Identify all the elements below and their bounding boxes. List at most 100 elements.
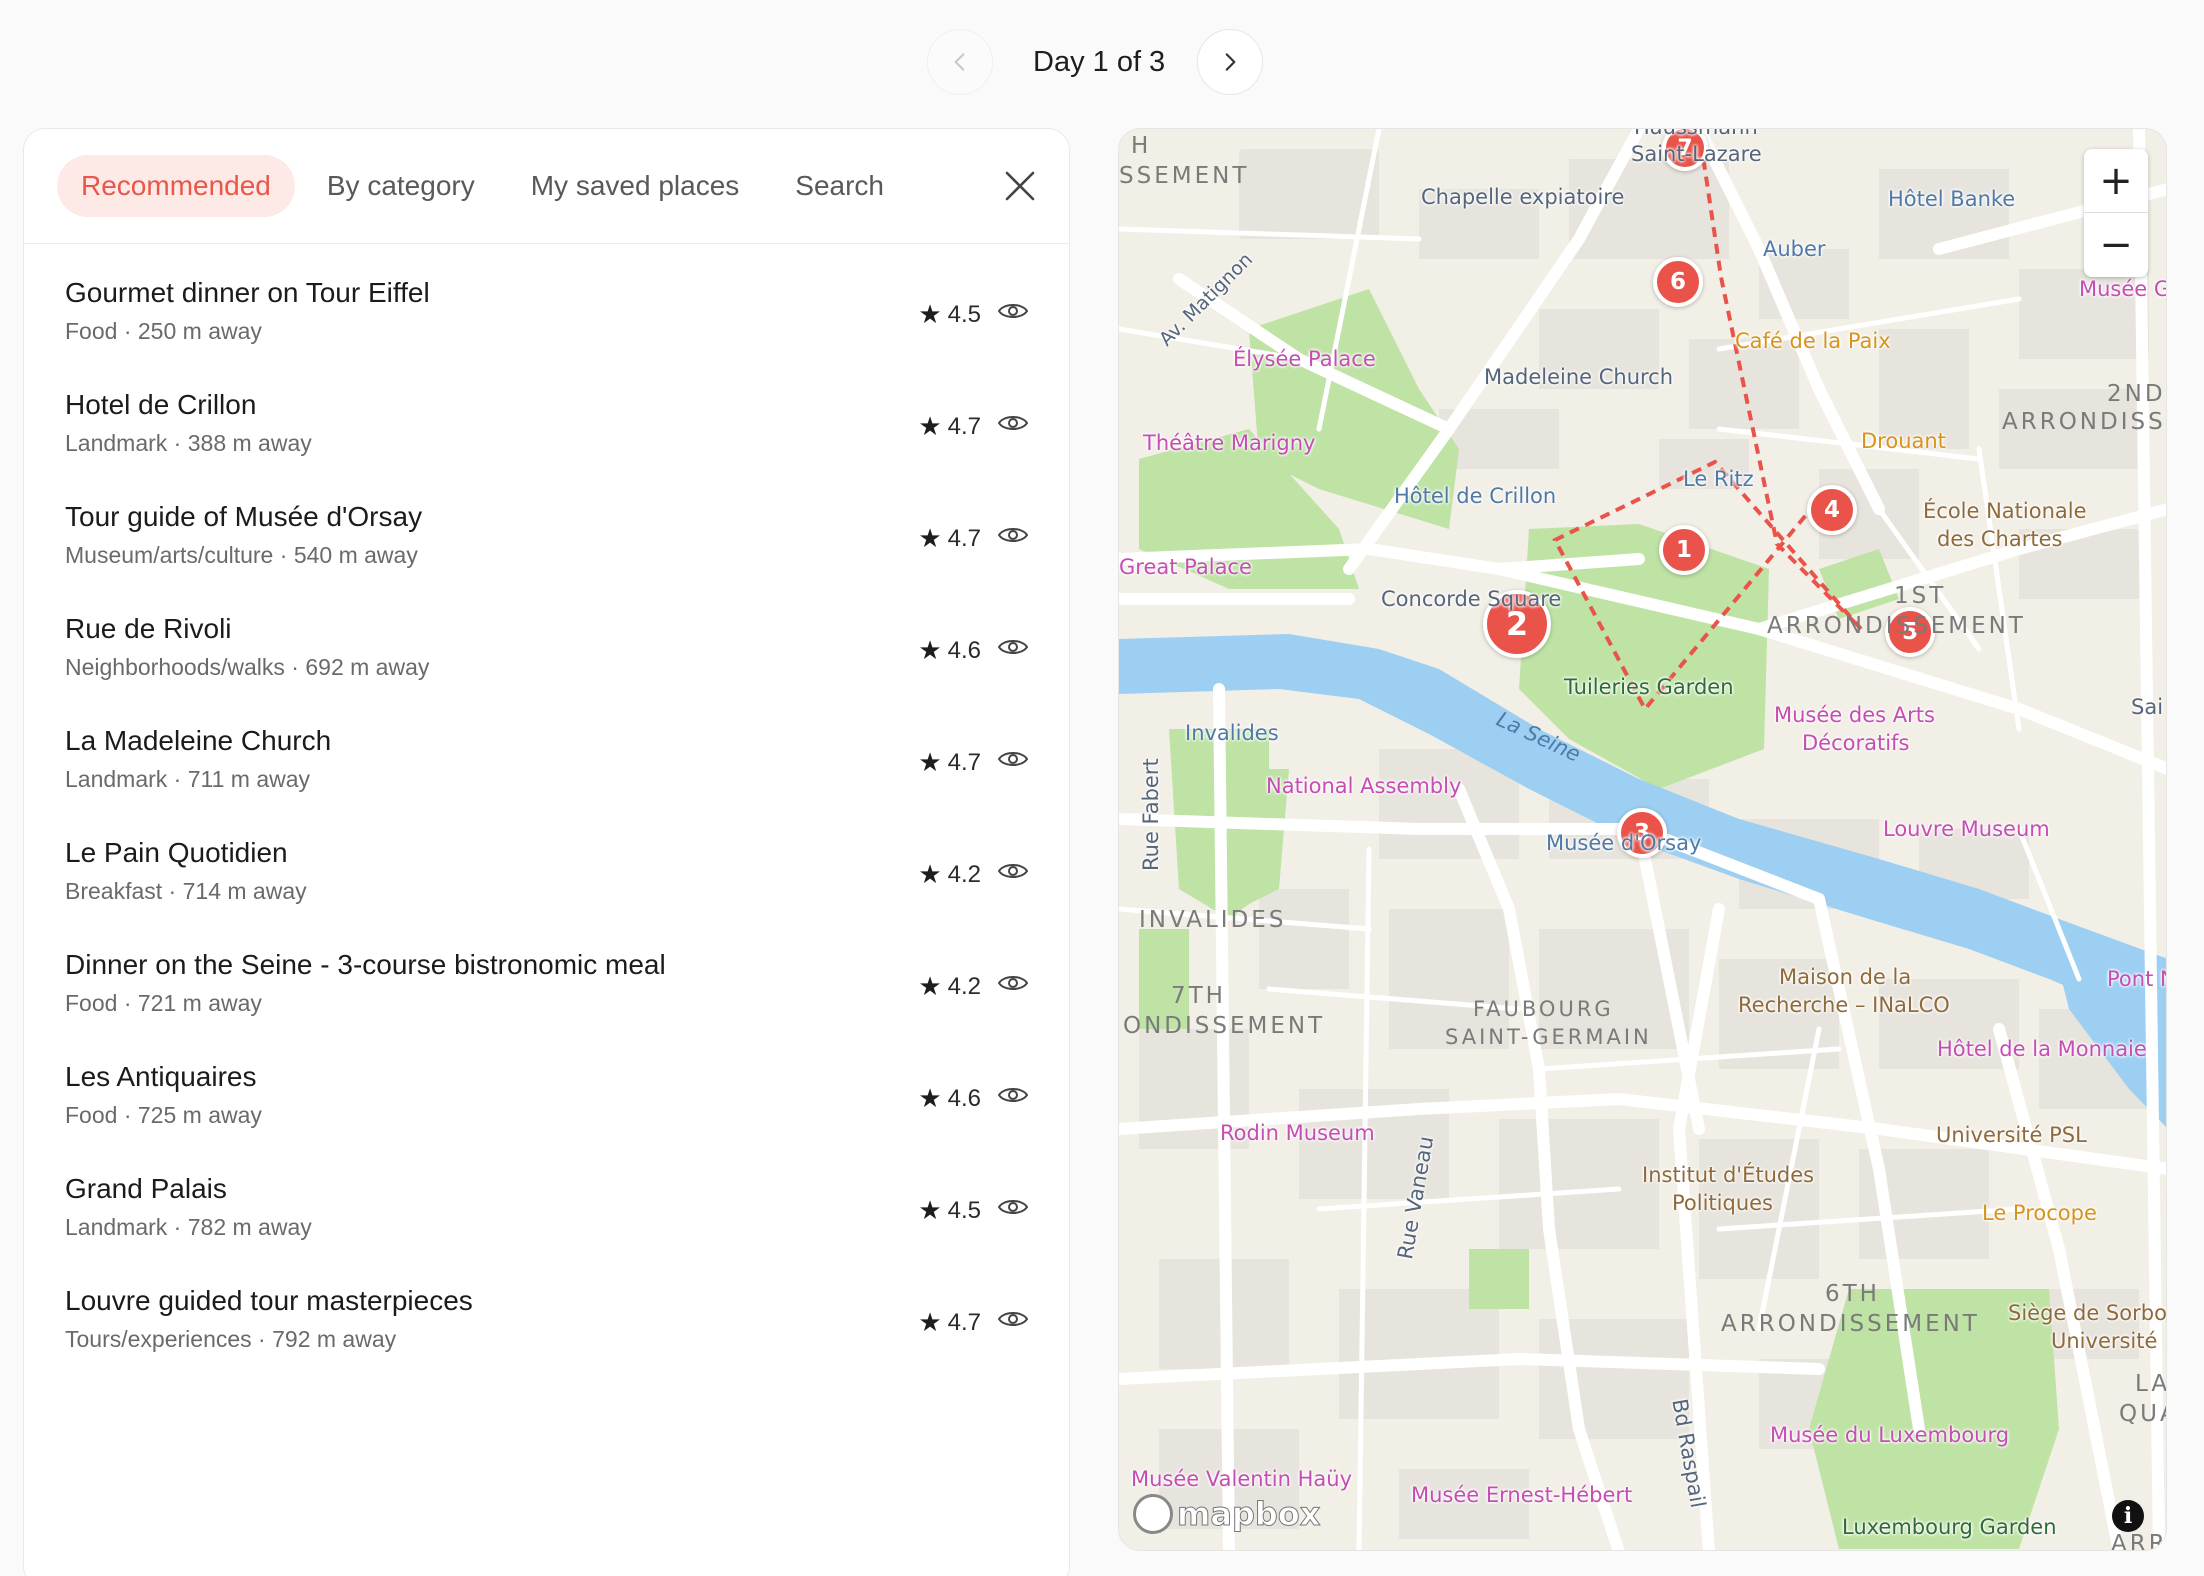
eye-icon[interactable] [997, 300, 1029, 322]
map-label: ARRONDISS [2002, 409, 2166, 435]
previous-day-button[interactable] [927, 29, 993, 95]
day-navigation: Day 1 of 3 [927, 28, 1264, 96]
rating-value: 4.2 [947, 972, 981, 1000]
map-label: Université [2051, 1329, 2158, 1353]
eye-icon[interactable] [997, 860, 1029, 882]
tab-search[interactable]: Search [771, 155, 908, 217]
place-rating: ★ 4.2 [918, 971, 981, 1002]
place-rating: ★ 4.5 [918, 1195, 981, 1226]
place-distance: 692 m away [305, 654, 430, 680]
star-icon: ★ [918, 747, 942, 777]
place-distance: 792 m away [272, 1326, 397, 1352]
map-label: Concorde Square [1381, 587, 1562, 611]
map-label: SAINT-GERMAIN [1445, 1025, 1652, 1049]
place-category: Food [65, 1102, 118, 1128]
place-meta: Food · 250 m away [65, 318, 262, 345]
eye-icon[interactable] [997, 1196, 1029, 1218]
place-category: Tours/experiences [65, 1326, 252, 1352]
eye-icon[interactable] [997, 636, 1029, 658]
place-list-item[interactable]: Hotel de Crillon Landmark · 388 m away ★ 4.… [24, 384, 1069, 496]
rating-value: 4.5 [947, 1196, 981, 1224]
star-icon: ★ [918, 971, 942, 1001]
meta-separator: · [117, 1102, 138, 1128]
eye-icon[interactable] [997, 524, 1029, 546]
route-marker-4[interactable]: 4 [1807, 485, 1857, 535]
mapbox-logo[interactable]: mapbox [1133, 1494, 1321, 1534]
place-list-item[interactable]: Grand Palais Landmark · 782 m away ★ 4.5 [24, 1168, 1069, 1280]
route-marker-1[interactable]: 1 [1659, 525, 1709, 575]
place-list-item[interactable]: Louvre guided tour masterpieces Tours/exp… [24, 1280, 1069, 1392]
map-label: Le Ritz [1683, 467, 1754, 491]
map-label: Musée d'Orsay [1546, 831, 1702, 855]
map-label: National Assembly [1266, 774, 1462, 798]
place-list-item[interactable]: Gourmet dinner on Tour Eiffel Food · 250 … [24, 272, 1069, 384]
meta-separator: · [251, 1326, 273, 1352]
map-label: Chapelle expiatoire [1421, 185, 1625, 209]
place-list-item[interactable]: Tour guide of Musée d'Orsay Museum/arts/c… [24, 496, 1069, 608]
rating-value: 4.7 [947, 412, 981, 440]
tab-my-saved-places[interactable]: My saved places [507, 155, 764, 217]
meta-separator: · [167, 430, 188, 456]
place-list-item[interactable]: Les Antiquaires Food · 725 m away ★ 4.6 [24, 1056, 1069, 1168]
day-label: Day 1 of 3 [1033, 45, 1166, 78]
map-label: Café de la Paix [1735, 329, 1891, 353]
place-category: Breakfast [65, 878, 163, 904]
map-label: ONDISSEMENT [1123, 1013, 1326, 1039]
zoom-in-button[interactable]: + [2084, 149, 2148, 213]
place-name: La Madeleine Church [65, 725, 332, 756]
tab-recommended[interactable]: Recommended [57, 155, 295, 217]
place-meta: Neighborhoods/walks · 692 m away [65, 654, 429, 681]
place-list-item[interactable]: Rue de Rivoli Neighborhoods/walks · 692 m… [24, 608, 1069, 720]
rating-value: 4.5 [947, 300, 981, 328]
place-category: Landmark [65, 430, 168, 456]
map-label: Théâtre Marigny [1143, 431, 1316, 455]
place-category: Landmark [65, 766, 168, 792]
map-label: Hôtel Banke [1888, 187, 2016, 211]
eye-icon[interactable] [997, 1308, 1029, 1330]
map-label: 2ND [2107, 381, 2166, 407]
zoom-out-button[interactable]: − [2084, 213, 2148, 277]
eye-icon[interactable] [997, 412, 1029, 434]
eye-icon[interactable] [997, 972, 1029, 994]
map-label: Le Procope [1982, 1201, 2097, 1225]
map-label: Maison de la [1779, 965, 1912, 989]
place-category: Food [65, 990, 118, 1016]
map-label: Saint-Lazare [1631, 142, 1762, 166]
meta-separator: · [117, 990, 138, 1016]
map-label: Musée G [2079, 277, 2167, 301]
place-meta: Food · 721 m away [65, 990, 262, 1017]
mapbox-wordmark: mapbox [1176, 1495, 1321, 1534]
star-icon: ★ [918, 1307, 942, 1337]
place-distance: 714 m away [182, 878, 307, 904]
place-distance: 782 m away [187, 1214, 312, 1240]
info-icon[interactable]: i [2112, 1500, 2144, 1532]
place-name: Rue de Rivoli [65, 613, 232, 644]
map-label: LAT [2135, 1371, 2167, 1397]
eye-icon[interactable] [997, 748, 1029, 770]
tab-by-category[interactable]: By category [303, 155, 499, 217]
map-label: Université PSL [1936, 1123, 2087, 1147]
place-meta: Landmark · 711 m away [65, 766, 310, 793]
map-label: Musée des Arts [1774, 703, 1935, 727]
map-view[interactable]: 7 6 4 1 5 2 3 H SSEMENT Haussmann Saint-… [1118, 128, 2167, 1551]
map-label: FAUBOURG [1473, 997, 1614, 1021]
recommendations-panel: Recommended By category My saved places … [23, 128, 1070, 1576]
place-list-item[interactable]: Dinner on the Seine - 3-course bistronom… [24, 944, 1069, 1056]
route-marker-6[interactable]: 6 [1653, 257, 1703, 307]
star-icon: ★ [918, 1195, 942, 1225]
next-day-button[interactable] [1197, 29, 1264, 95]
meta-separator: · [167, 766, 188, 792]
place-list-item[interactable]: Le Pain Quotidien Breakfast · 714 m away ★… [24, 832, 1069, 944]
map-label: Musée Valentin Haüy [1131, 1467, 1353, 1491]
eye-icon[interactable] [997, 1084, 1029, 1106]
place-distance: 250 m away [137, 318, 262, 344]
place-list-item[interactable]: La Madeleine Church Landmark · 711 m away… [24, 720, 1069, 832]
rating-value: 4.7 [947, 748, 981, 776]
rating-value: 4.7 [947, 524, 981, 552]
map-label: Politiques [1672, 1191, 1774, 1215]
map-label: H [1131, 133, 1152, 159]
place-rating: ★ 4.7 [918, 747, 981, 778]
place-category: Food [65, 318, 118, 344]
close-button[interactable] [999, 165, 1041, 207]
place-rating: ★ 4.7 [918, 1307, 981, 1338]
